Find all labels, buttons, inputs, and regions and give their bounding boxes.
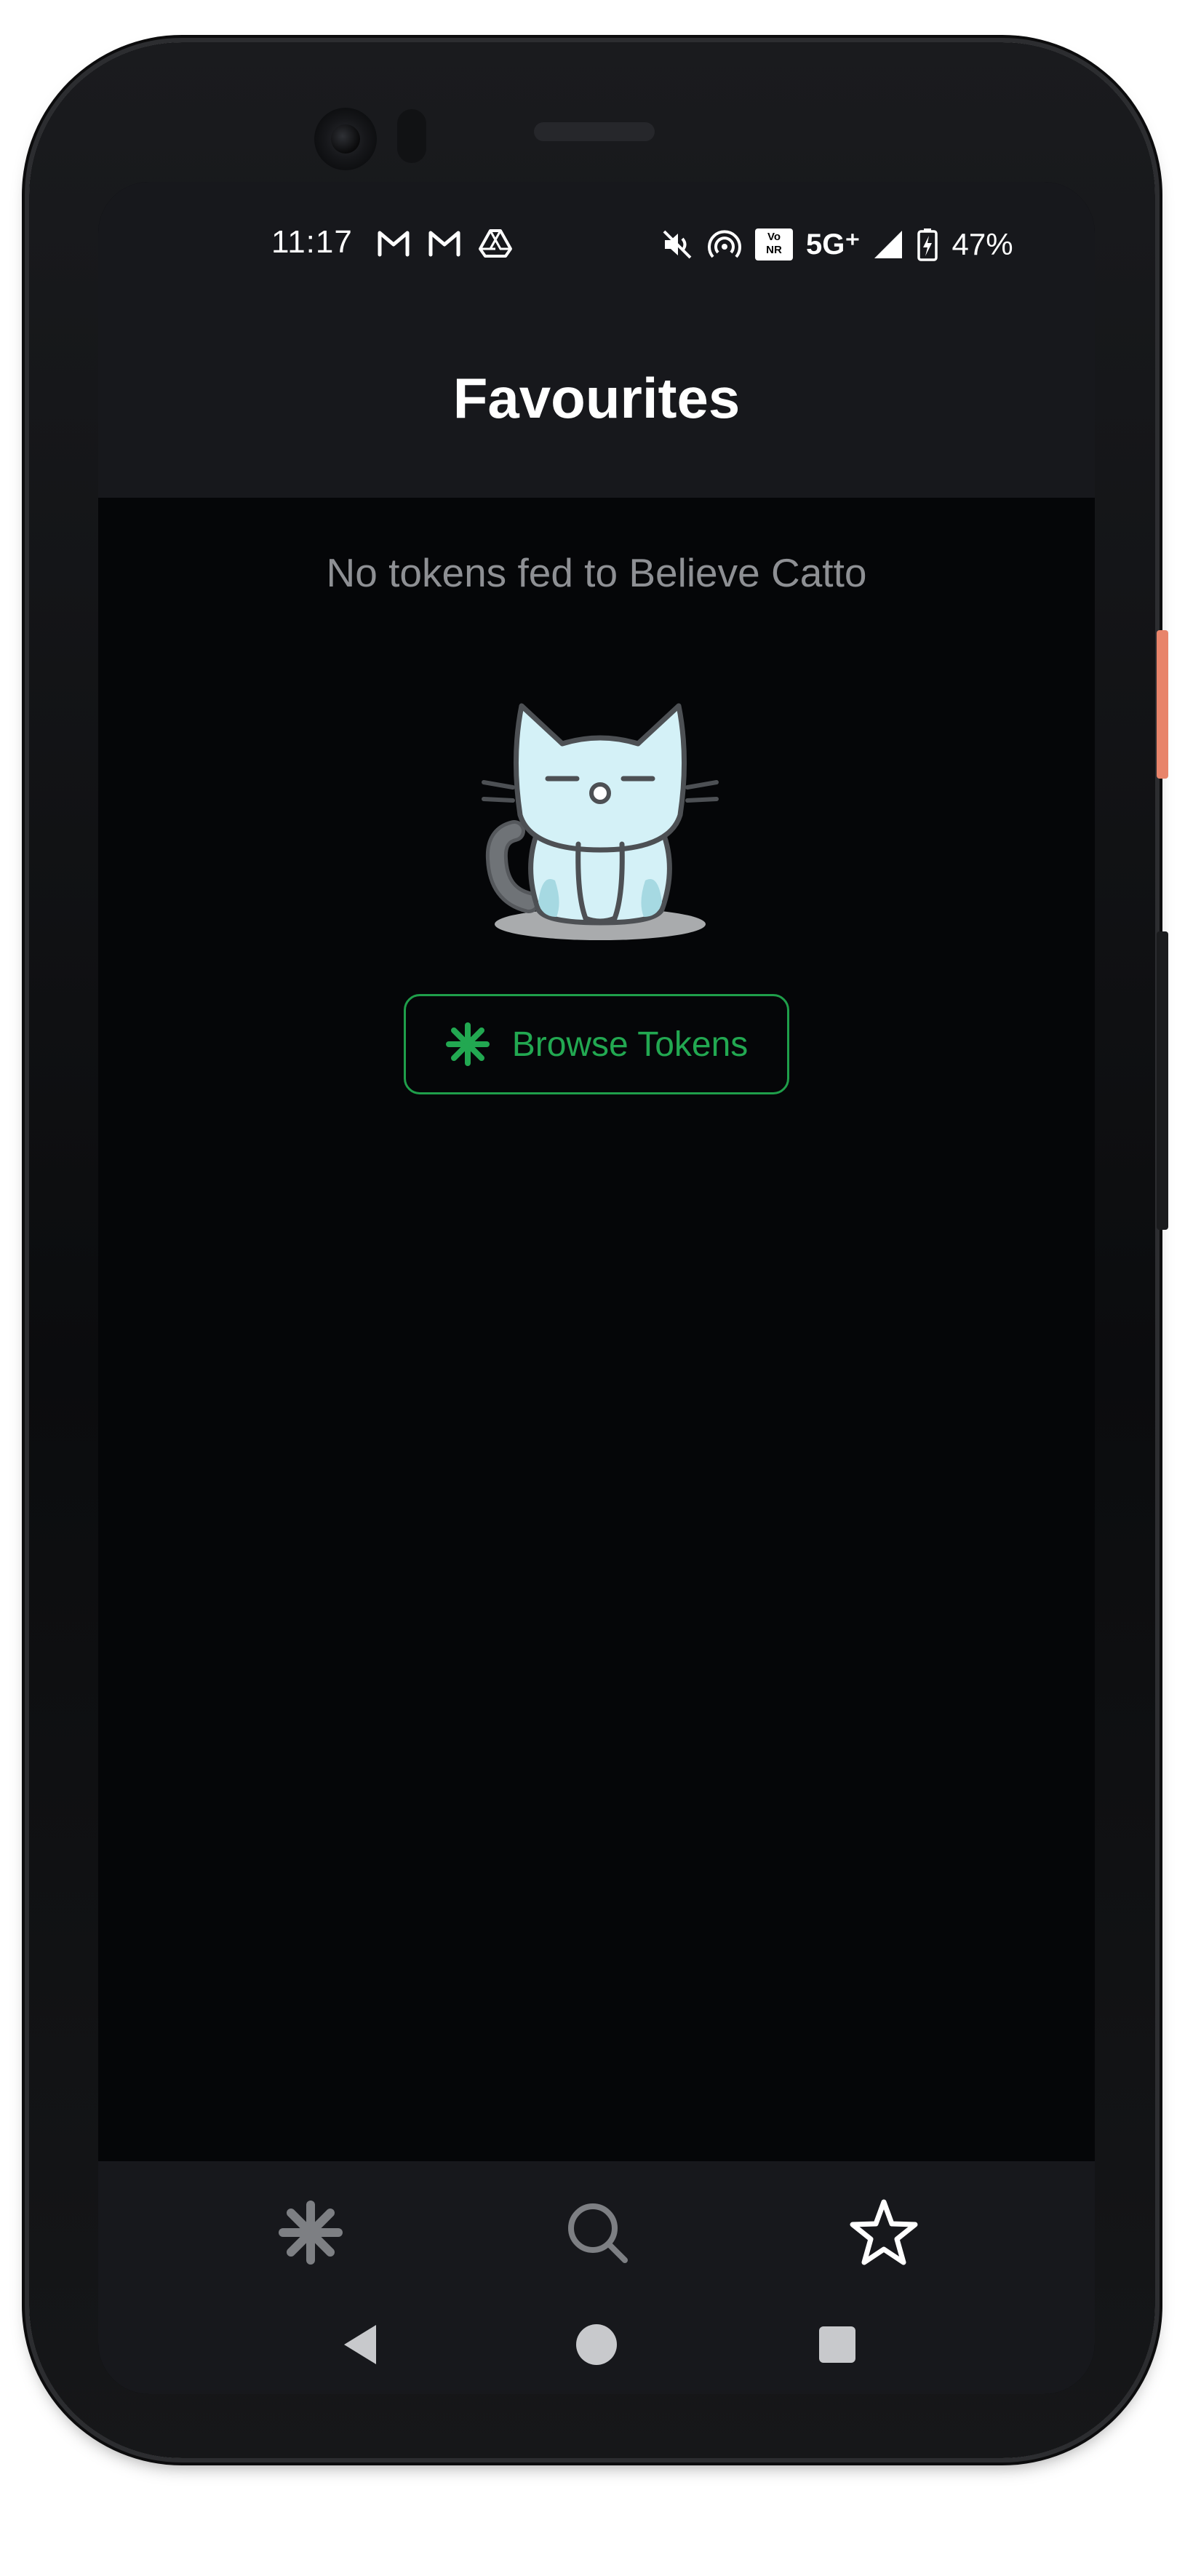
vonr-top: Vo	[767, 231, 781, 243]
nav-tab-search[interactable]	[546, 2182, 648, 2283]
page: 11:17 Vo NR 5G⁺ 47% Favourites No tokens…	[0, 0, 1193, 2576]
earpiece-speaker	[534, 122, 655, 141]
sleepy-cat-icon	[482, 703, 719, 940]
recents-icon	[819, 2326, 855, 2363]
mute-icon	[663, 230, 692, 259]
status-bar: 11:17 Vo NR 5G⁺ 47%	[98, 218, 1095, 277]
browse-tokens-button[interactable]: Browse Tokens	[404, 994, 789, 1094]
proximity-sensor	[397, 109, 426, 163]
vonr-icon: Vo NR	[755, 228, 793, 261]
asterisk-icon	[445, 1022, 490, 1066]
battery-charging-icon	[917, 228, 938, 261]
gmail-icon	[378, 231, 410, 257]
empty-state-message: No tokens fed to Believe Catto	[326, 550, 867, 595]
drive-icon	[479, 229, 512, 258]
vonr-bottom: NR	[766, 244, 782, 256]
nav-tab-favourites[interactable]	[833, 2182, 935, 2283]
power-button[interactable]	[1157, 630, 1168, 779]
network-type: 5G⁺	[806, 228, 861, 261]
status-time: 11:17	[271, 224, 353, 260]
asterisk-icon	[279, 2201, 343, 2265]
search-icon	[568, 2203, 628, 2263]
battery-percent: 47%	[951, 227, 1013, 261]
system-back-button[interactable]	[331, 2315, 389, 2374]
hotspot-icon	[708, 230, 741, 258]
signal-icon	[874, 231, 903, 258]
nav-tab-explore[interactable]	[260, 2182, 362, 2283]
home-icon	[576, 2324, 617, 2365]
system-status-icons: Vo NR 5G⁺ 47%	[661, 227, 1013, 262]
volume-button[interactable]	[1157, 931, 1168, 1230]
notification-icons	[376, 227, 513, 259]
app-header: 11:17 Vo NR 5G⁺ 47% Favourites	[98, 182, 1095, 498]
back-icon	[344, 2325, 376, 2364]
system-home-button[interactable]	[567, 2315, 626, 2374]
gmail-icon	[428, 231, 460, 257]
star-icon	[850, 2199, 918, 2265]
page-title: Favourites	[452, 366, 741, 430]
system-recents-button[interactable]	[808, 2315, 866, 2374]
screen: 11:17 Vo NR 5G⁺ 47% Favourites No tokens…	[98, 182, 1095, 2394]
camera-lens	[331, 124, 360, 154]
browse-tokens-label: Browse Tokens	[511, 1025, 749, 1064]
bottom-navigation	[98, 2161, 1095, 2394]
